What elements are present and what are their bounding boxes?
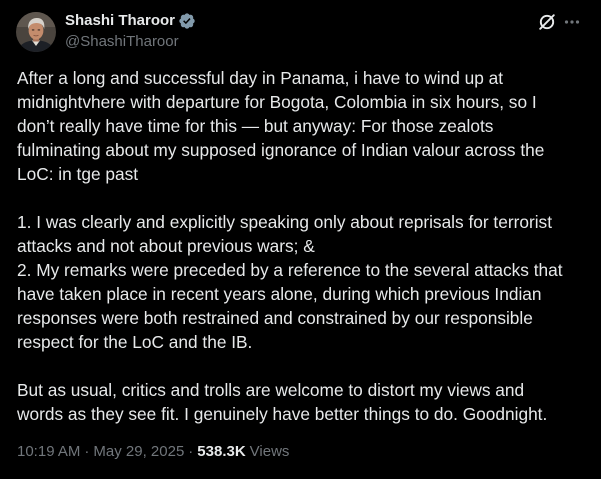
views-count: 538.3K [197, 443, 246, 460]
post-text: After a long and successful day in Panam… [17, 66, 587, 426]
post-date: May 29, 2025 [93, 443, 185, 460]
post-text-line: 2. My remarks were preceded by a referen… [17, 260, 563, 280]
post-text-line: don’t really have time for this — but an… [17, 116, 494, 136]
post-time: 10:19 AM [17, 443, 81, 460]
post-text-line: LoC: in tge past [17, 164, 139, 184]
grok-icon[interactable] [537, 12, 557, 32]
post-text-line: But as usual, critics and trolls are wel… [17, 380, 525, 400]
post-text-line: responses were both restrained and const… [17, 308, 533, 328]
meta-separator: · [188, 443, 194, 460]
timestamp-link[interactable]: 10:19 AM · May 29, 2025 [17, 442, 184, 462]
post-paragraph: After a long and successful day in Panam… [17, 66, 587, 186]
more-icon[interactable] [562, 12, 582, 32]
post-text-line: midnightvhere with departure for Bogota,… [17, 92, 537, 112]
post-text-line: attacks and not about previous wars; & [17, 236, 315, 256]
post-text-line: have taken place in recent years alone, … [17, 284, 542, 304]
views-label: Views [249, 443, 290, 460]
post-text-line: 1. I was clearly and explicitly speaking… [17, 212, 552, 232]
author-name-row: Shashi Tharoor [65, 11, 196, 31]
views-link[interactable]: 538.3K Views [197, 442, 289, 462]
post-paragraph: But as usual, critics and trolls are wel… [17, 378, 587, 426]
meta-separator: · [84, 443, 90, 460]
post-text-line: fulminating about my supposed ignorance … [17, 140, 545, 160]
post-detail: Shashi Tharoor @ShashiTharoor After a lo… [0, 0, 601, 479]
post-paragraph: 1. I was clearly and explicitly speaking… [17, 210, 587, 354]
post-text-line: words as they see fit. I genuinely have … [17, 404, 548, 424]
author-handle[interactable]: @ShashiTharoor [65, 32, 179, 52]
post-meta: 10:19 AM · May 29, 2025 · 538.3K Views [17, 442, 289, 462]
author-name[interactable]: Shashi Tharoor [65, 11, 175, 31]
verified-badge-icon[interactable] [178, 12, 196, 30]
avatar[interactable] [16, 12, 56, 52]
post-text-line: respect for the LoC and the IB. [17, 332, 253, 352]
post-text-line: After a long and successful day in Panam… [17, 68, 504, 88]
